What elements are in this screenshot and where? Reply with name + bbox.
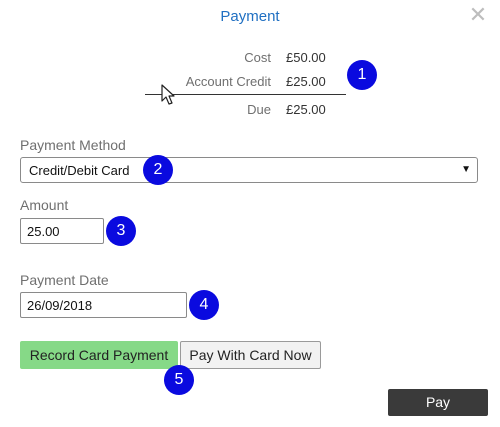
payment-method-label: Payment Method (20, 137, 126, 153)
cost-label: Cost (244, 50, 271, 65)
close-icon[interactable]: ✕ (468, 4, 488, 28)
step-badge-2: 2 (143, 155, 173, 185)
cost-value: £50.00 (286, 50, 326, 65)
pay-with-card-now-button[interactable]: Pay With Card Now (180, 341, 321, 369)
amount-value: 25.00 (27, 224, 60, 239)
chevron-down-icon: ▼ (461, 164, 471, 175)
dialog-title: Payment (220, 8, 280, 25)
record-card-payment-button[interactable]: Record Card Payment (20, 341, 178, 369)
payment-date-input[interactable]: 26/09/2018 (20, 292, 187, 318)
step-badge-1: 1 (347, 60, 377, 90)
step-badge-3: 3 (106, 216, 136, 246)
due-value: £25.00 (286, 102, 326, 117)
payment-date-value: 26/09/2018 (27, 298, 93, 313)
payment-method-select[interactable]: Credit/Debit Card ▼ (20, 157, 478, 183)
pay-button[interactable]: Pay (388, 389, 488, 416)
payment-method-value: Credit/Debit Card (29, 163, 130, 178)
amount-label: Amount (20, 197, 69, 213)
step-badge-5: 5 (164, 365, 194, 395)
account-credit-value: £25.00 (286, 74, 326, 89)
amount-input[interactable]: 25.00 (20, 218, 104, 244)
payment-date-label: Payment Date (20, 272, 109, 288)
step-badge-4: 4 (189, 290, 219, 320)
mouse-pointer-icon (161, 84, 175, 105)
